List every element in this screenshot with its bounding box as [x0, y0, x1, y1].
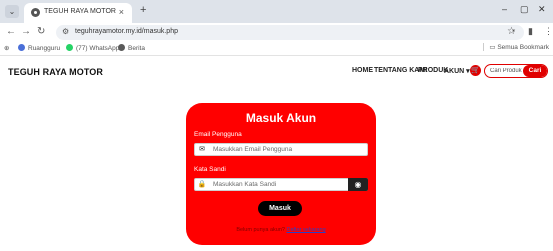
register-text: Belum punya akun? [236, 227, 285, 233]
more-icon[interactable]: ⋮ [544, 26, 553, 37]
profile-icon[interactable]: ▮ [528, 26, 533, 37]
password-input[interactable] [213, 179, 343, 190]
back-icon[interactable]: ← [6, 26, 16, 37]
site-info-icon[interactable]: ⚙ [62, 27, 69, 36]
browser-toolbar: ← → ↻ ⚙ teguhrayamotor.my.id/masuk.php ☆… [0, 23, 553, 42]
url-text[interactable]: teguhrayamotor.my.id/masuk.php [75, 28, 178, 35]
bookmark-item[interactable]: Ruangguru [18, 44, 60, 52]
envelope-icon: ✉ [199, 146, 205, 153]
tab-close-icon[interactable]: × [119, 7, 124, 17]
globe-icon [118, 44, 125, 51]
whatsapp-icon [66, 44, 73, 51]
new-tab-icon[interactable]: + [140, 4, 146, 16]
login-title: Masuk Akun [245, 111, 317, 125]
email-input[interactable] [213, 144, 363, 155]
close-window-icon[interactable]: ✕ [538, 4, 546, 15]
bookmarks-bar: ⊕ Ruangguru (77) WhatsApp Berita ▭ Semua… [0, 42, 553, 56]
search-button[interactable]: Cari [523, 65, 547, 77]
browser-tab-strip: ⌄ TEGUH RAYA MOTOR × + – ▢ ✕ [0, 0, 553, 23]
bookmark-item[interactable]: (77) WhatsApp [66, 44, 119, 52]
extensions-icon[interactable]: ◔ [510, 26, 515, 36]
forward-icon[interactable]: → [21, 26, 31, 37]
cart-icon[interactable]: 🛒 [470, 65, 481, 76]
nav-home[interactable]: HOME [352, 67, 373, 74]
tab-search-chevron-icon[interactable]: ⌄ [5, 5, 19, 18]
password-label: Kata Sandi [194, 166, 226, 173]
browser-tab-active[interactable]: TEGUH RAYA MOTOR × [24, 3, 132, 23]
product-search: Cari [484, 64, 548, 78]
ruangguru-icon [18, 44, 25, 51]
search-input[interactable] [485, 65, 523, 77]
password-field[interactable]: 🔒 ◉ [194, 178, 368, 191]
site-header: TEGUH RAYA MOTOR HOME TENTANG KAMI PRODU… [0, 57, 553, 87]
site-favicon-icon [31, 8, 40, 17]
nav-akun-dropdown[interactable]: AKUN ▾ [444, 67, 470, 75]
eye-icon[interactable]: ◉ [348, 178, 368, 191]
email-field[interactable]: ✉ [194, 143, 368, 156]
email-label: Email Pengguna [194, 131, 242, 138]
minimize-icon[interactable]: – [502, 4, 507, 14]
register-link[interactable]: Daftar sekarang [287, 227, 326, 233]
lock-icon: 🔒 [197, 181, 207, 188]
brand-logo[interactable]: TEGUH RAYA MOTOR [8, 67, 103, 77]
submit-button[interactable]: Masuk [258, 201, 302, 216]
bookmark-item[interactable]: Berita [118, 44, 145, 52]
register-prompt: Belum punya akun? Daftar sekarang [186, 227, 376, 233]
all-bookmarks[interactable]: ▭ Semua Bookmark [483, 43, 549, 51]
reload-icon[interactable]: ↻ [37, 26, 45, 37]
restore-icon[interactable]: ▢ [520, 4, 529, 15]
address-bar[interactable]: ⚙ teguhrayamotor.my.id/masuk.php ☆ [56, 25, 524, 40]
tab-title: TEGUH RAYA MOTOR [44, 8, 116, 15]
bookmark-apps-icon[interactable]: ⊕ [4, 44, 9, 52]
login-card: Masuk Akun Email Pengguna ✉ Kata Sandi 🔒… [186, 103, 376, 245]
